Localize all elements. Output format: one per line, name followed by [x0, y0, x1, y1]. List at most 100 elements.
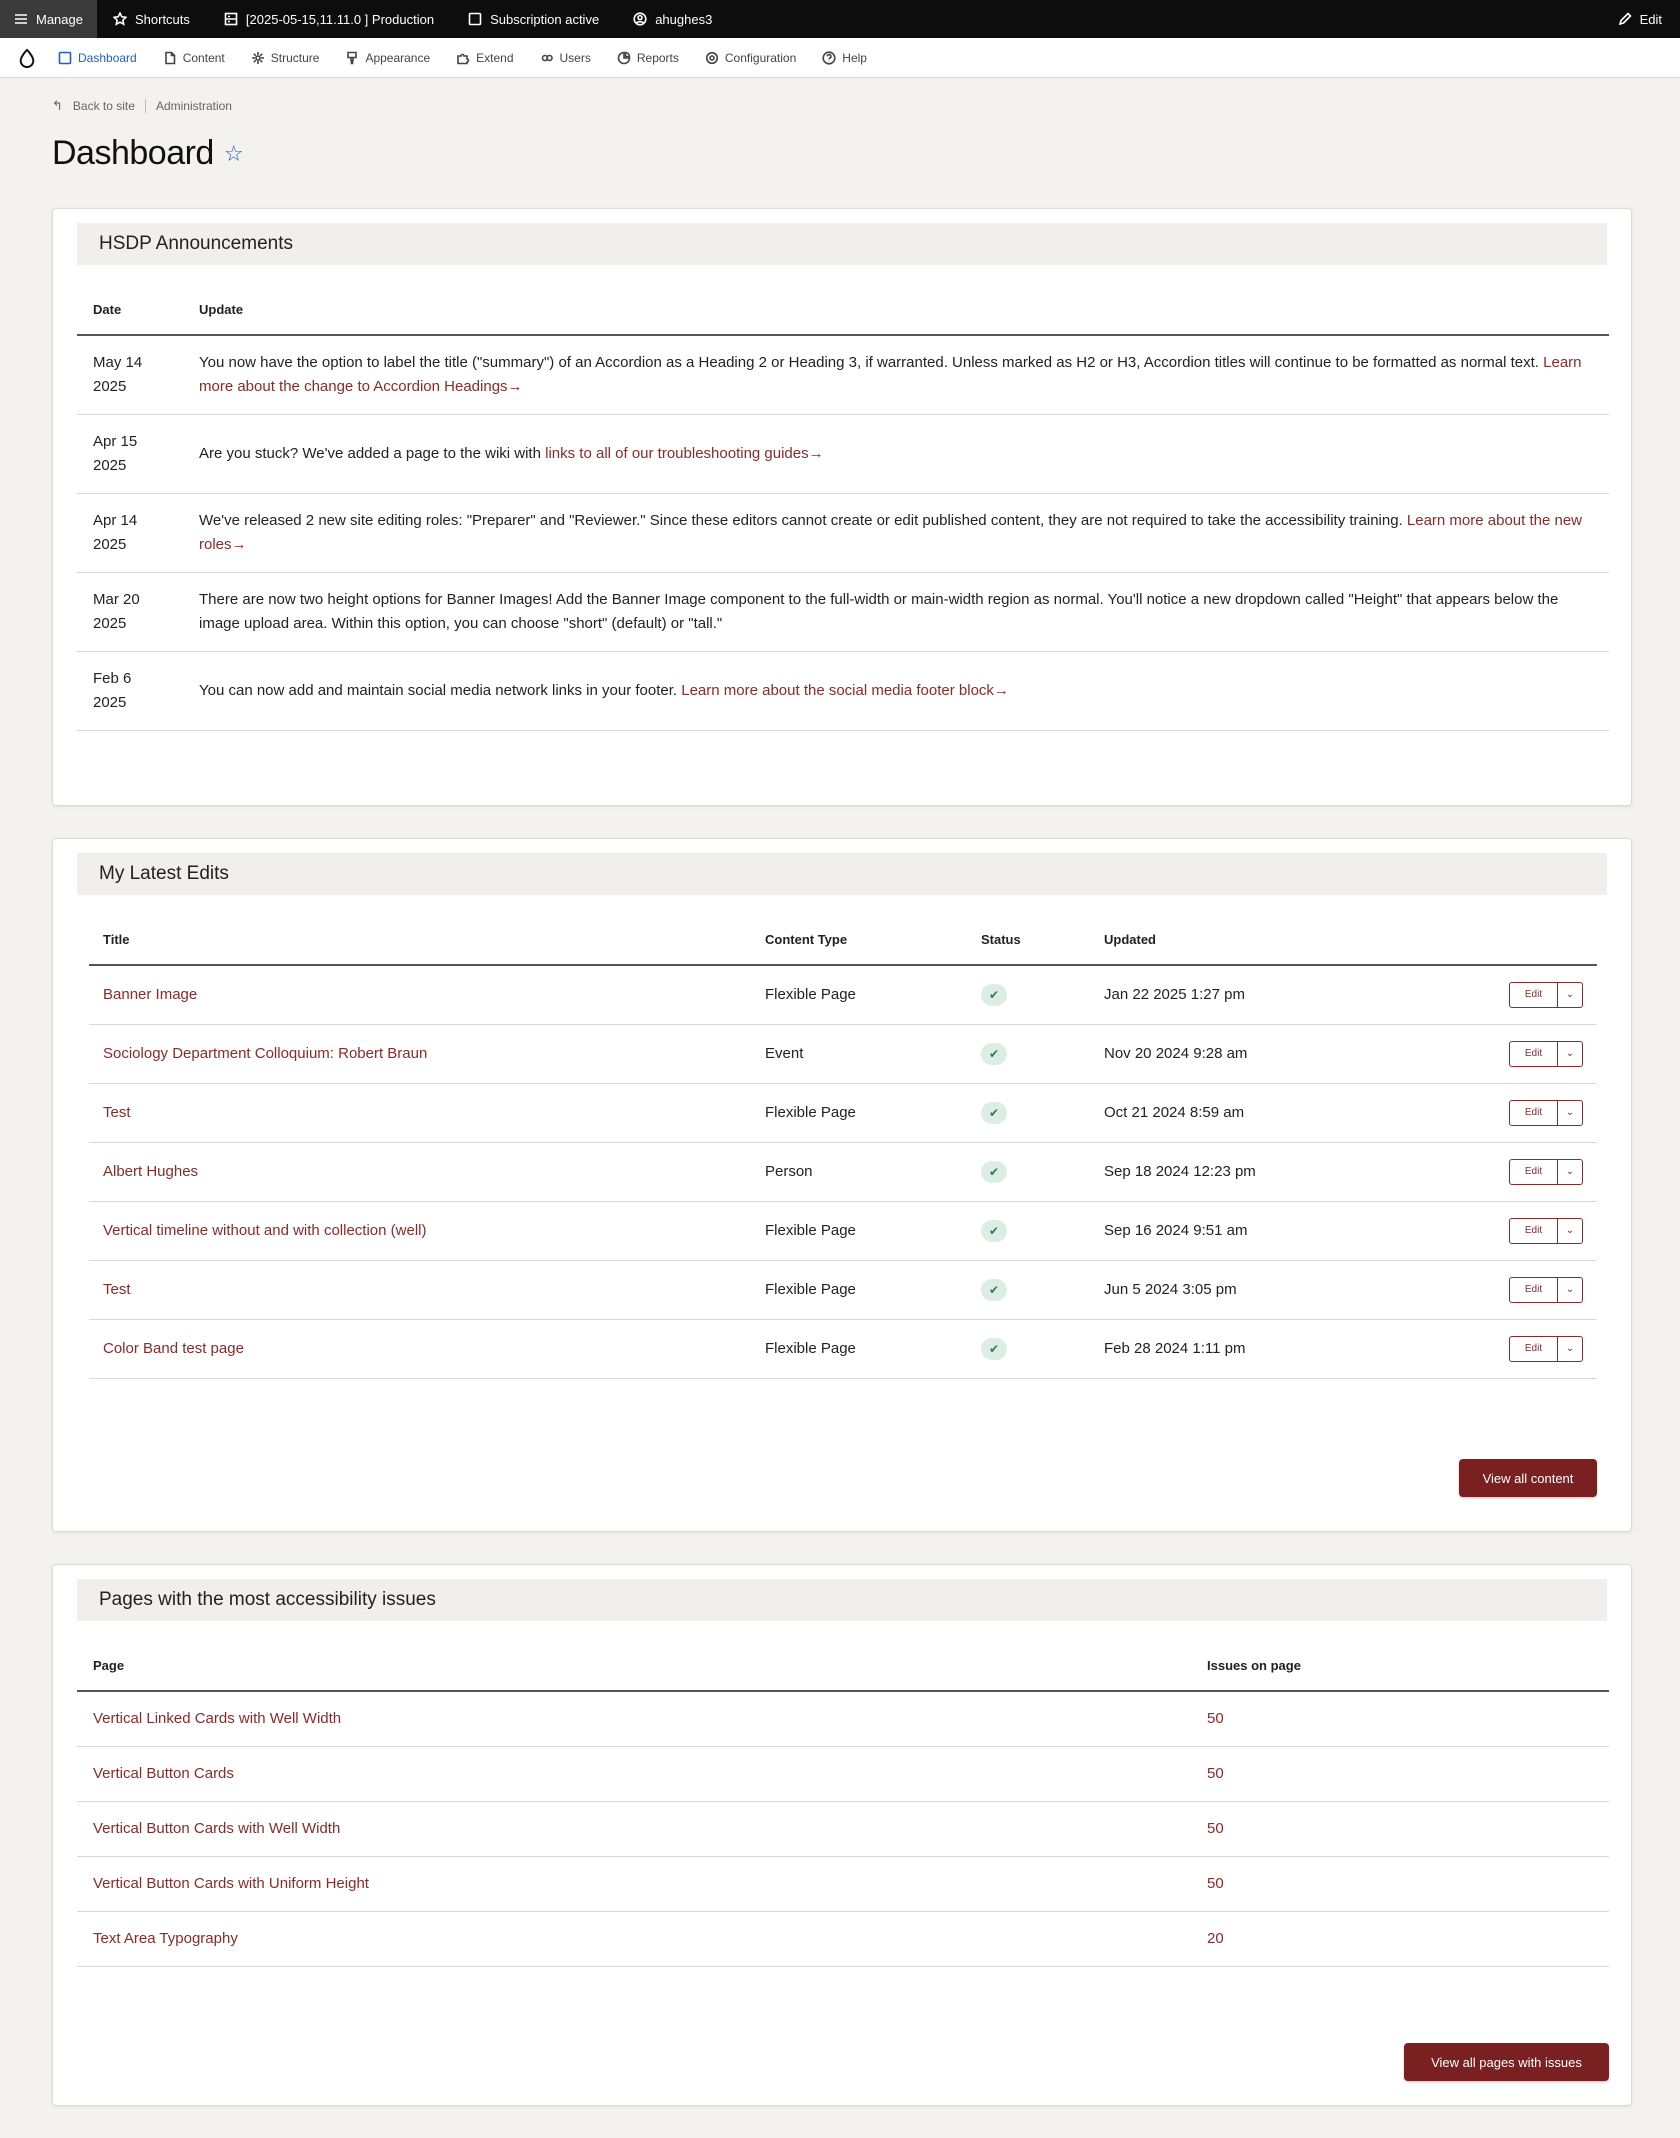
accessibility-table: Page Issues on page Vertical Linked Card…	[77, 1641, 1609, 1967]
edit-button[interactable]: Edit	[1510, 1100, 1558, 1125]
table-row: Test Flexible Page ✔ Oct 21 2024 8:59 am Edi…	[89, 1083, 1597, 1143]
administration-link[interactable]: Administration	[156, 99, 232, 113]
edit-title-link[interactable]: Color Band test page	[103, 1340, 244, 1357]
latest-edits-card: My Latest Edits Title Content Type Statu…	[52, 838, 1632, 1532]
tray-label: Users	[559, 50, 591, 65]
back-to-site-link[interactable]: Back to site	[73, 99, 135, 113]
accessibility-heading: Pages with the most accessibility issues	[77, 1579, 1607, 1621]
edit-operations-cell: Edit ⌄	[1390, 1024, 1597, 1084]
edit-title-cell: Test	[89, 1083, 751, 1143]
square-icon	[468, 12, 482, 26]
puzzle-icon	[457, 53, 470, 64]
edit-toggle[interactable]: Edit	[1602, 0, 1680, 38]
users-icon	[541, 54, 553, 61]
edit-button[interactable]: Edit	[1510, 1277, 1558, 1302]
column-header-status: Status	[967, 915, 1090, 966]
announcement-update: You can now add and maintain social medi…	[183, 651, 1609, 731]
table-row: Albert Hughes Person ✔ Sep 18 2024 12:23 pm…	[89, 1142, 1597, 1202]
edit-title-cell: Test	[89, 1260, 751, 1320]
announcement-date: Apr 14 2025	[77, 493, 183, 573]
tray-item-reports[interactable]: Reports	[617, 51, 679, 65]
star-icon	[112, 12, 127, 26]
edit-button[interactable]: Edit	[1510, 1159, 1558, 1184]
chevron-down-icon[interactable]: ⌄	[1558, 1101, 1582, 1125]
tray-item-users[interactable]: Users	[540, 51, 591, 65]
a11y-page-link[interactable]: Vertical Button Cards	[93, 1765, 234, 1782]
edit-status-cell: ✔	[967, 1024, 1090, 1084]
shortcuts-label: Shortcuts	[134, 11, 190, 27]
announcement-date-year: 2025	[93, 614, 127, 632]
tray-item-structure[interactable]: Structure	[251, 51, 319, 65]
announcement-row: Apr 14 2025 We've released 2 new site edit…	[77, 493, 1609, 573]
view-all-content-button[interactable]: View all content	[1459, 1459, 1597, 1497]
column-header-content-type: Content Type	[751, 915, 967, 966]
chevron-down-icon[interactable]: ⌄	[1558, 983, 1582, 1007]
environment-indicator[interactable]: [2025-05-15,11.11.0 ] Production	[208, 0, 452, 38]
manage-menu[interactable]: Manage	[0, 0, 97, 38]
shortcut-star-icon[interactable]: ☆	[224, 141, 244, 167]
column-header-page: Page	[77, 1641, 1191, 1692]
chevron-down-icon[interactable]: ⌄	[1558, 1160, 1582, 1184]
a11y-page-link[interactable]: Vertical Linked Cards with Well Width	[93, 1710, 341, 1727]
chevron-down-icon[interactable]: ⌄	[1558, 1219, 1582, 1243]
edit-title-cell: Albert Hughes	[89, 1142, 751, 1202]
tray-item-configuration[interactable]: Configuration	[705, 51, 796, 65]
column-header-updated: Updated	[1090, 915, 1390, 966]
tray-item-help[interactable]: Help	[822, 51, 867, 65]
tray-label: Appearance	[365, 50, 431, 65]
structure-icon	[251, 51, 264, 64]
edit-content-type: Flexible Page	[751, 965, 967, 1025]
page-title-text: Dashboard	[52, 134, 214, 172]
view-all-pages-with-issues-button[interactable]: View all pages with issues	[1404, 2043, 1609, 2081]
announcement-date-year: 2025	[93, 377, 127, 395]
edit-updated: Sep 18 2024 12:23 pm	[1090, 1142, 1390, 1202]
edit-dropbutton: Edit ⌄	[1509, 1217, 1583, 1244]
edit-operations-cell: Edit ⌄	[1390, 1319, 1597, 1379]
a11y-page-link[interactable]: Text Area Typography	[93, 1930, 238, 1947]
tray-item-extend[interactable]: Extend	[456, 51, 514, 65]
edit-button[interactable]: Edit	[1510, 1218, 1558, 1243]
brush-icon	[347, 51, 358, 64]
back-arrow-icon: ↰	[52, 98, 63, 113]
published-check-icon: ✔	[981, 1042, 1007, 1065]
shortcuts-menu[interactable]: Shortcuts	[97, 0, 208, 38]
manage-label: Manage	[36, 11, 83, 27]
announcement-date: Feb 6 2025	[77, 651, 183, 731]
edit-title-link[interactable]: Sociology Department Colloquium: Robert …	[103, 1045, 427, 1062]
chevron-down-icon[interactable]: ⌄	[1558, 1278, 1582, 1302]
published-check-icon: ✔	[981, 1160, 1007, 1183]
edit-button[interactable]: Edit	[1510, 1336, 1558, 1361]
edit-status-cell: ✔	[967, 1260, 1090, 1320]
edit-content-type: Flexible Page	[751, 1319, 967, 1379]
announcement-row: Feb 6 2025 You can now add and maintain so…	[77, 651, 1609, 731]
user-menu[interactable]: ahughes3	[617, 0, 730, 38]
announcement-update: You now have the option to label the tit…	[183, 335, 1609, 415]
a11y-issue-count: 50	[1191, 1856, 1609, 1912]
edit-operations-cell: Edit ⌄	[1390, 1201, 1597, 1261]
chevron-down-icon[interactable]: ⌄	[1558, 1337, 1582, 1361]
breadcrumb-divider	[144, 99, 146, 113]
announcement-link[interactable]: links to all of our troubleshooting guid…	[545, 445, 824, 462]
announcement-link[interactable]: Learn more about the social media footer…	[681, 682, 1009, 699]
tray-label: Help	[842, 50, 867, 65]
published-check-icon: ✔	[981, 1278, 1007, 1301]
edit-button[interactable]: Edit	[1510, 1041, 1558, 1066]
edit-title-link[interactable]: Banner Image	[103, 986, 197, 1003]
a11y-page-link[interactable]: Vertical Button Cards with Well Width	[93, 1820, 340, 1837]
edit-title-link[interactable]: Test	[103, 1104, 131, 1121]
announcement-update: Are you stuck? We've added a page to the…	[183, 414, 1609, 494]
a11y-page-link[interactable]: Vertical Button Cards with Uniform Heigh…	[93, 1875, 369, 1892]
a11y-page-cell: Vertical Button Cards	[77, 1746, 1191, 1802]
chevron-down-icon[interactable]: ⌄	[1558, 1042, 1582, 1066]
subscription-status[interactable]: Subscription active	[452, 0, 617, 38]
table-header-row: Date Update	[77, 285, 1609, 336]
edit-title-cell: Banner Image	[89, 965, 751, 1025]
announcements-table: Date Update May 14 2025 You now have the o…	[77, 285, 1609, 731]
edit-content-type: Event	[751, 1024, 967, 1084]
edit-title-link[interactable]: Vertical timeline without and with colle…	[103, 1222, 426, 1239]
tray-item-appearance[interactable]: Appearance	[345, 51, 430, 65]
edit-title-link[interactable]: Albert Hughes	[103, 1163, 198, 1180]
edit-button[interactable]: Edit	[1510, 982, 1558, 1007]
edit-updated: Nov 20 2024 9:28 am	[1090, 1024, 1390, 1084]
edit-title-link[interactable]: Test	[103, 1281, 131, 1298]
